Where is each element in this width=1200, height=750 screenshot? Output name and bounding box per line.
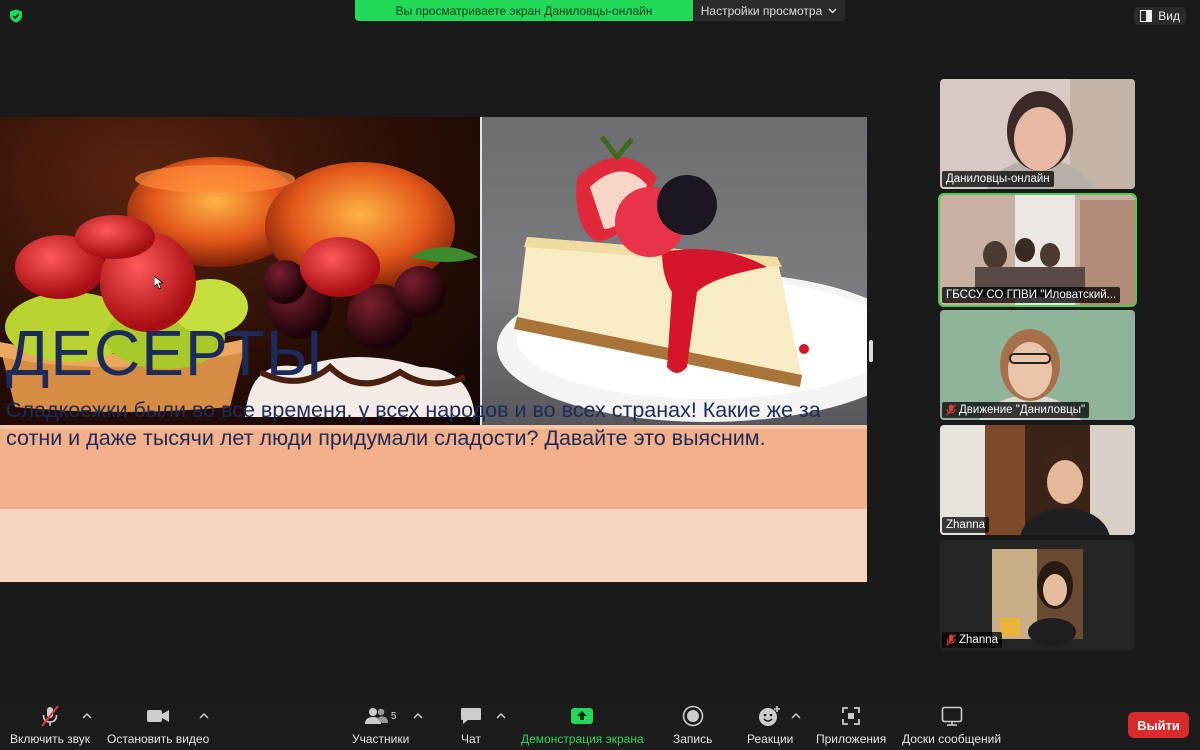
apps-icon: [842, 707, 861, 725]
chat-options-caret-icon[interactable]: [496, 712, 506, 720]
mouse-cursor-icon: [154, 276, 164, 290]
participant-name-5: Zhanna: [942, 632, 1003, 648]
apps-button[interactable]: Приложения: [816, 705, 886, 746]
unmute-button[interactable]: Включить звук: [10, 705, 90, 746]
body-band: [0, 509, 867, 582]
view-button[interactable]: Вид: [1134, 7, 1186, 25]
participants-label: Участники: [352, 732, 410, 746]
grid-view-icon: [1140, 10, 1153, 22]
slide-body-text: Сладкоежки были во все временя, у всех н…: [6, 398, 821, 450]
chat-button[interactable]: Чат: [460, 705, 482, 746]
participant-tile-2[interactable]: ГБССУ СО ГПВИ "Иловатский...: [938, 193, 1137, 307]
video-options-caret-icon[interactable]: [199, 712, 209, 720]
unmute-options-caret-icon[interactable]: [82, 712, 92, 720]
video-camera-icon: [147, 710, 170, 722]
participant-tile-4[interactable]: Zhanna: [940, 425, 1135, 535]
participant-tile-1[interactable]: Даниловцы-онлайн: [940, 79, 1135, 189]
participant-name-4: Zhanna: [942, 517, 990, 533]
participant-name-3: Движение "Даниловцы": [942, 402, 1090, 418]
stop-video-button[interactable]: Остановить видео: [107, 705, 209, 746]
participant-name-1: Даниловцы-онлайн: [942, 171, 1054, 187]
reactions-button[interactable]: Реакции: [747, 705, 793, 746]
whiteboards-button[interactable]: Доски сообщений: [902, 705, 1001, 746]
mic-muted-icon: [946, 404, 956, 416]
chat-bubble-icon: [461, 708, 481, 724]
participants-button[interactable]: 5 Участники: [352, 705, 409, 746]
participant-name-2: ГБССУ СО ГПВИ "Иловатский...: [942, 287, 1121, 303]
view-options-label: Настройки просмотра: [700, 3, 823, 18]
apps-label: Приложения: [816, 732, 887, 746]
chevron-down-icon: [828, 7, 837, 14]
participants-icon: [364, 708, 388, 724]
screen-share-banner: Вы просматриваете экран Даниловцы-онлайн…: [355, 0, 845, 21]
view-options-button[interactable]: Настройки просмотра: [693, 0, 845, 21]
participant-tile-3[interactable]: Движение "Даниловцы": [940, 310, 1135, 420]
reactions-label: Реакции: [747, 732, 794, 746]
view-label: Вид: [1158, 9, 1180, 23]
share-screen-button[interactable]: Демонстрация экрана: [521, 705, 644, 746]
chat-label: Чат: [461, 732, 481, 746]
share-screen-icon: [571, 708, 594, 724]
whiteboards-label: Доски сообщений: [902, 732, 1002, 746]
cheesecake-photo: [482, 117, 867, 425]
stop-video-label: Остановить видео: [107, 732, 210, 746]
participants-count: 5: [390, 710, 397, 722]
mic-muted-icon: [41, 705, 59, 727]
mic-muted-icon: [946, 634, 956, 646]
security-shield-icon[interactable]: [9, 9, 23, 23]
panel-resize-handle[interactable]: [869, 340, 873, 362]
reactions-options-caret-icon[interactable]: [791, 712, 801, 720]
record-icon: [682, 705, 703, 727]
reaction-smiley-icon: [759, 706, 781, 726]
share-status-text: Вы просматриваете экран Даниловцы-онлайн: [355, 0, 693, 21]
record-button[interactable]: Запись: [673, 705, 712, 746]
participant-tile-5[interactable]: Zhanna: [940, 540, 1135, 650]
participants-options-caret-icon[interactable]: [413, 712, 423, 720]
whiteboard-icon: [941, 706, 962, 726]
record-label: Запись: [673, 732, 713, 746]
leave-meeting-button[interactable]: Выйти: [1128, 712, 1189, 738]
unmute-label: Включить звук: [10, 732, 91, 746]
share-screen-label: Демонстрация экрана: [521, 732, 644, 746]
slide-title: ДЕСЕРТЫ: [6, 317, 324, 389]
